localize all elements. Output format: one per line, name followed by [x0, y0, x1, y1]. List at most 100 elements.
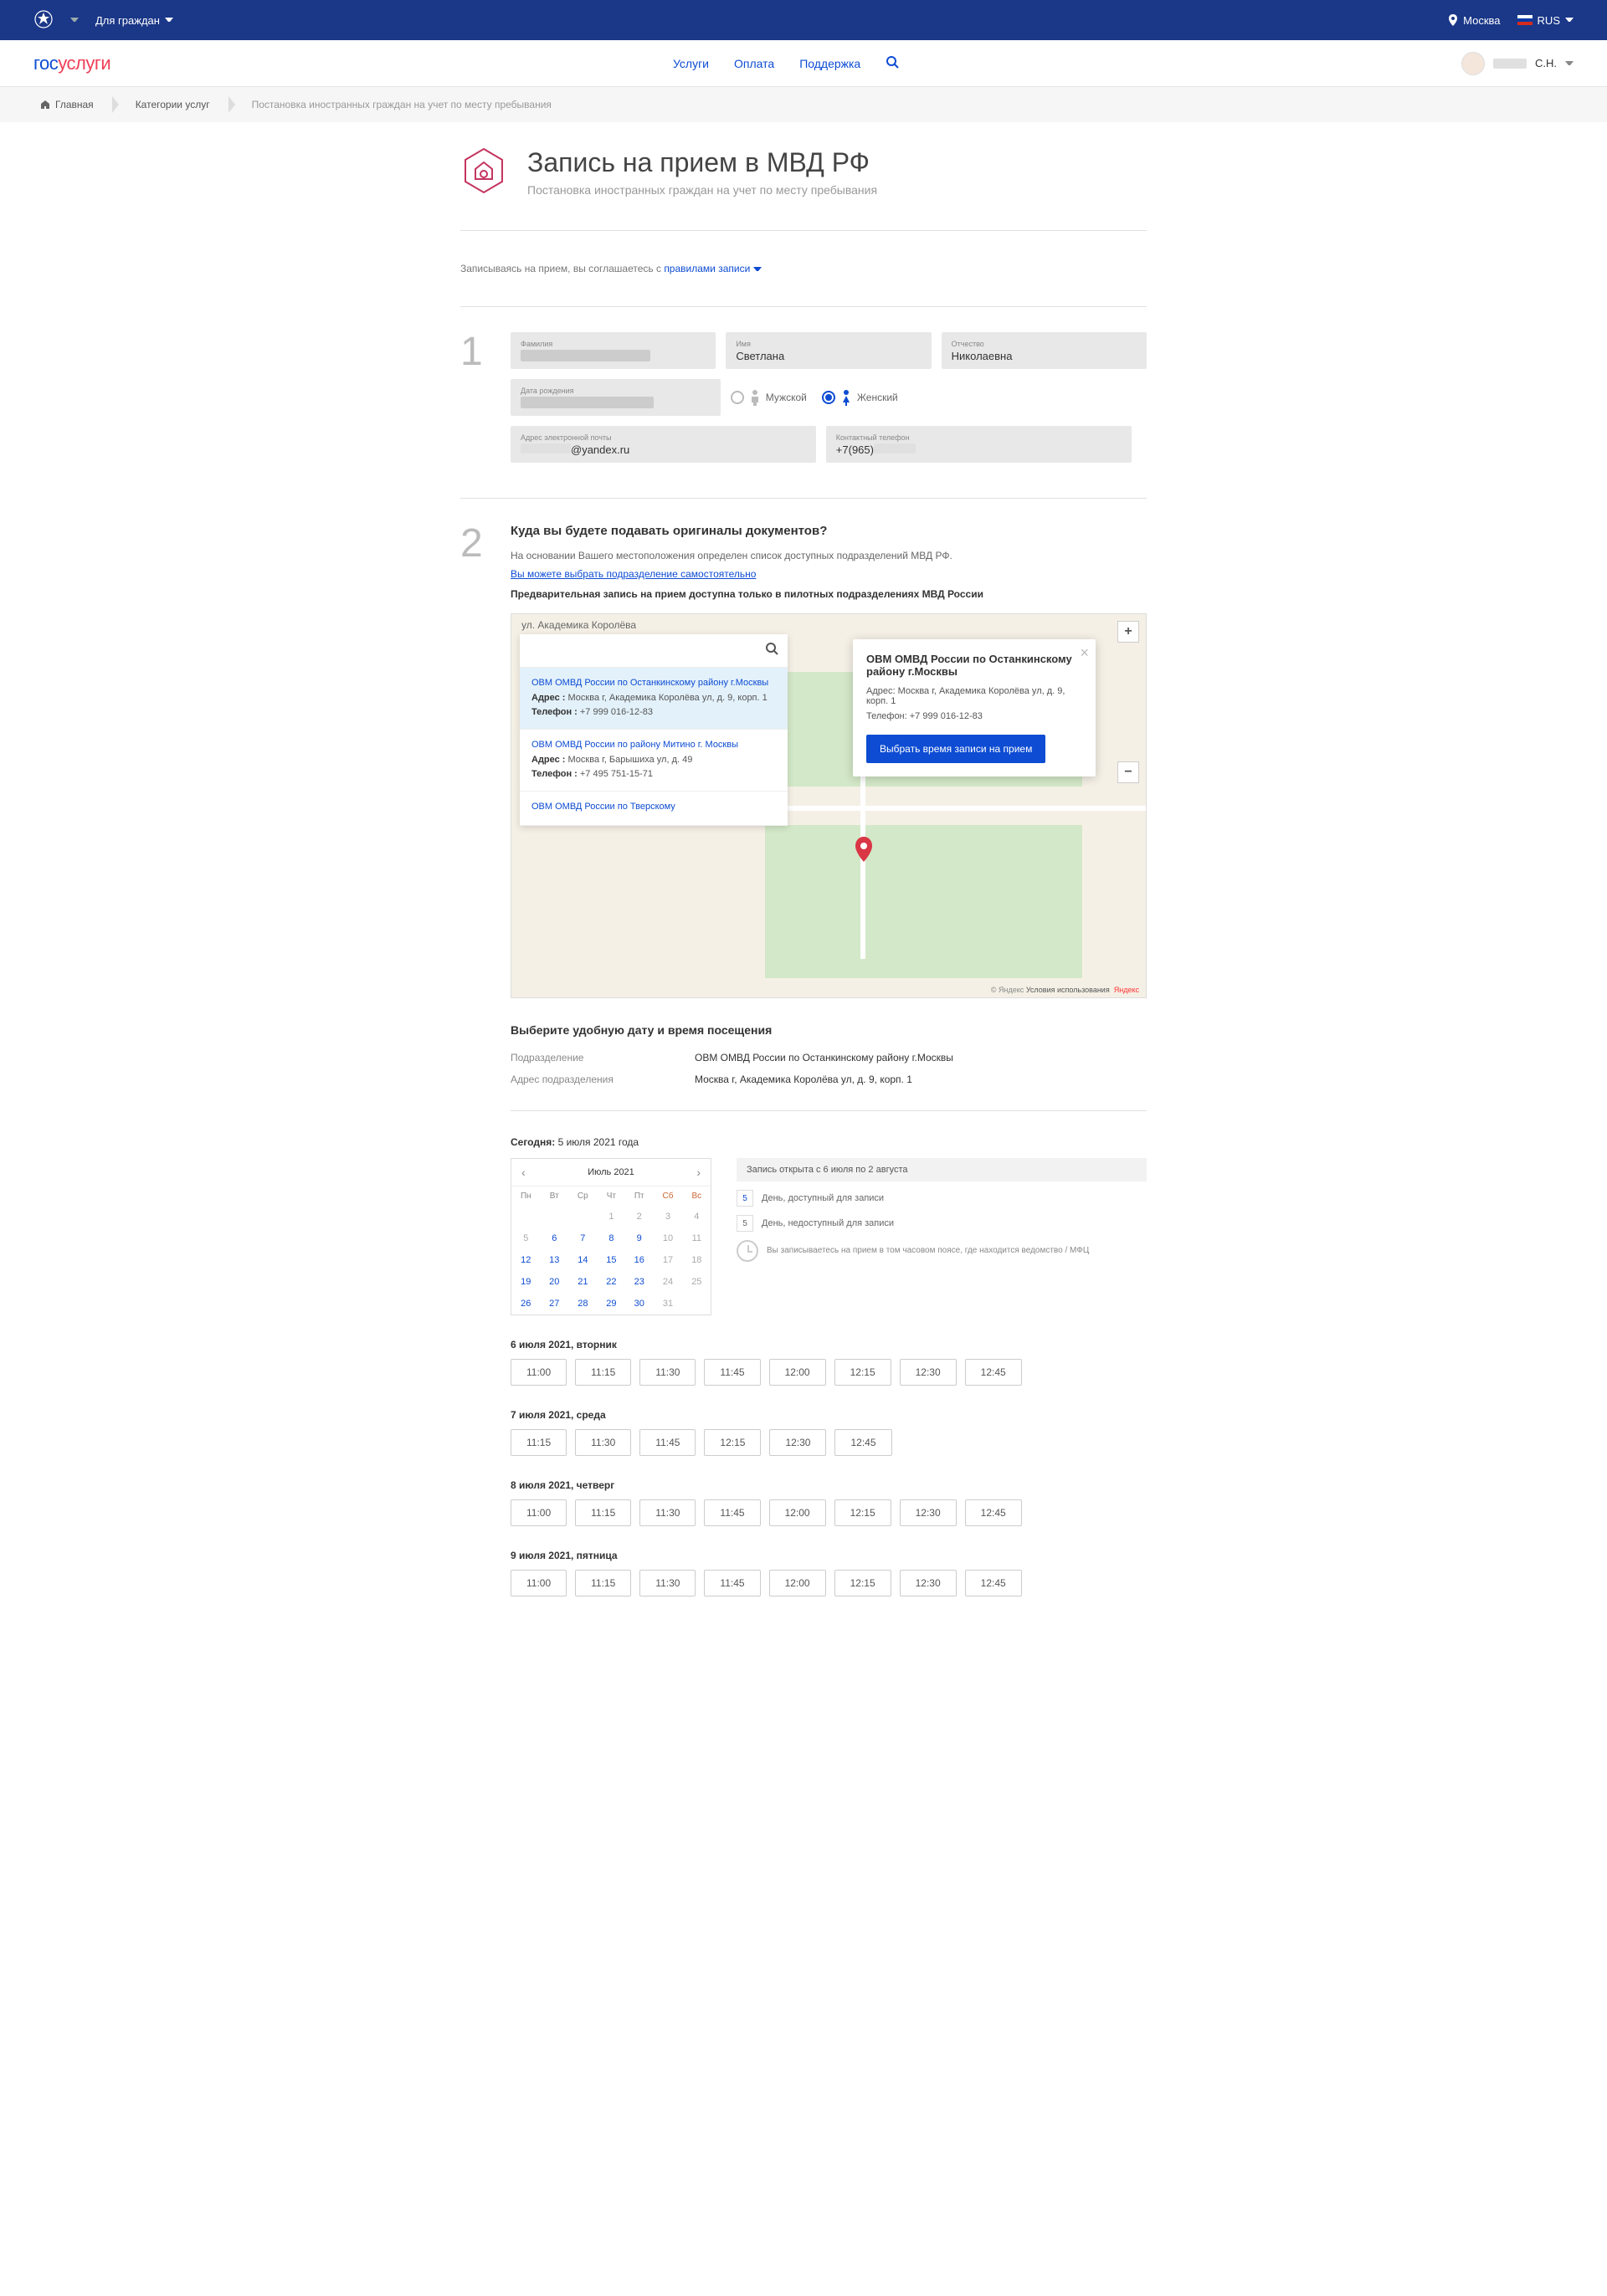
time-slot[interactable]: 11:15 [575, 1499, 631, 1526]
time-slot[interactable]: 11:45 [704, 1499, 760, 1526]
nav-payment[interactable]: Оплата [734, 57, 774, 70]
time-slot[interactable]: 11:00 [511, 1499, 567, 1526]
cal-day[interactable]: 9 [625, 1227, 653, 1249]
gender-female[interactable]: Женский [822, 389, 898, 406]
cal-day[interactable]: 12 [511, 1249, 541, 1271]
cal-day[interactable]: 28 [568, 1293, 598, 1315]
close-icon[interactable]: × [1080, 644, 1089, 662]
cal-month: Июль 2021 [588, 1167, 634, 1177]
logo[interactable]: госуслуги [33, 53, 110, 74]
time-slot[interactable]: 12:15 [834, 1359, 891, 1386]
cal-day[interactable]: 3 [653, 1206, 682, 1227]
time-slot[interactable]: 11:30 [575, 1429, 631, 1456]
cal-day[interactable]: 1 [598, 1206, 625, 1227]
time-slot[interactable]: 11:15 [511, 1429, 567, 1456]
cal-day[interactable]: 7 [568, 1227, 598, 1249]
cal-day[interactable]: 25 [683, 1271, 711, 1293]
time-slot[interactable]: 12:15 [834, 1499, 891, 1526]
emblem-chevron-icon[interactable] [70, 18, 79, 23]
cal-day[interactable]: 5 [511, 1227, 541, 1249]
cal-day[interactable]: 22 [598, 1271, 625, 1293]
time-slot[interactable]: 12:15 [704, 1429, 761, 1456]
time-slot[interactable]: 11:45 [704, 1359, 760, 1386]
zoom-in-button[interactable]: + [1117, 621, 1139, 643]
time-slot[interactable]: 12:30 [900, 1570, 957, 1596]
cal-day[interactable]: 23 [625, 1271, 653, 1293]
cal-day[interactable]: 2 [625, 1206, 653, 1227]
cal-day[interactable]: 10 [653, 1227, 682, 1249]
cal-day[interactable]: 19 [511, 1271, 541, 1293]
time-slot[interactable]: 12:45 [965, 1499, 1022, 1526]
cal-day[interactable]: 8 [598, 1227, 625, 1249]
bc-categories[interactable]: Категории услуг [129, 95, 222, 114]
cal-day[interactable]: 24 [653, 1271, 682, 1293]
cal-prev-button[interactable]: ‹ [516, 1166, 531, 1179]
office-item[interactable]: ОВМ ОМВД России по району Митино г. Моск… [520, 730, 788, 792]
gender-male[interactable]: Мужской [731, 389, 807, 406]
cal-day[interactable]: 20 [541, 1271, 568, 1293]
cal-day[interactable]: 17 [653, 1249, 682, 1271]
bc-home[interactable]: Главная [33, 95, 105, 114]
time-slot[interactable]: 11:30 [639, 1359, 696, 1386]
time-slot[interactable]: 12:15 [834, 1570, 891, 1596]
time-slot[interactable]: 12:30 [900, 1499, 957, 1526]
map-pin-icon[interactable] [854, 837, 874, 862]
cal-day[interactable]: 15 [598, 1249, 625, 1271]
time-slot[interactable]: 11:45 [639, 1429, 696, 1456]
surname-field[interactable]: Фамилия [511, 332, 716, 369]
office-item[interactable]: ОВМ ОМВД России по Останкинскому району … [520, 668, 788, 730]
cal-day[interactable]: 11 [683, 1227, 711, 1249]
user-menu[interactable]: С.Н. [1461, 52, 1574, 75]
cal-day[interactable]: 21 [568, 1271, 598, 1293]
map-search-input[interactable] [528, 644, 764, 657]
phone-field[interactable]: Контактный телефон+7(965) [826, 426, 1132, 463]
search-icon[interactable] [886, 55, 899, 71]
cal-day[interactable]: 29 [598, 1293, 625, 1315]
city-selector[interactable]: Москва [1448, 14, 1500, 27]
nav-support[interactable]: Поддержка [799, 57, 860, 70]
time-slot[interactable]: 11:45 [704, 1570, 760, 1596]
time-slot[interactable]: 12:00 [769, 1570, 826, 1596]
time-slot[interactable]: 11:15 [575, 1570, 631, 1596]
lang-selector[interactable]: RUS [1517, 14, 1574, 27]
dob-field[interactable]: Дата рождения [511, 379, 721, 416]
cal-day[interactable]: 14 [568, 1249, 598, 1271]
time-slot[interactable]: 12:00 [769, 1499, 826, 1526]
time-slot[interactable]: 11:00 [511, 1359, 567, 1386]
rules-link[interactable]: правилами записи [664, 263, 761, 274]
cal-day[interactable]: 30 [625, 1293, 653, 1315]
zoom-out-button[interactable]: − [1117, 761, 1139, 783]
cal-day[interactable]: 4 [683, 1206, 711, 1227]
time-slot[interactable]: 12:45 [965, 1359, 1022, 1386]
time-slot[interactable]: 11:30 [639, 1570, 696, 1596]
search-icon[interactable] [764, 641, 779, 660]
patronymic-field[interactable]: ОтчествоНиколаевна [942, 332, 1147, 369]
map-terms-link[interactable]: Условия использования [1026, 986, 1110, 994]
time-slot[interactable]: 12:45 [965, 1570, 1022, 1596]
time-slot[interactable]: 12:30 [900, 1359, 957, 1386]
time-slot[interactable]: 11:00 [511, 1570, 567, 1596]
cal-day[interactable]: 13 [541, 1249, 568, 1271]
nav-services[interactable]: Услуги [673, 57, 709, 70]
cal-day[interactable]: 16 [625, 1249, 653, 1271]
office-item[interactable]: ОВМ ОМВД России по Тверскому [520, 792, 788, 826]
cal-day[interactable]: 6 [541, 1227, 568, 1249]
time-slot[interactable]: 11:30 [639, 1499, 696, 1526]
radio-icon [822, 391, 835, 404]
select-time-button[interactable]: Выбрать время записи на прием [866, 735, 1045, 763]
time-slot[interactable]: 12:45 [834, 1429, 891, 1456]
cal-day[interactable]: 31 [653, 1293, 682, 1315]
cal-day[interactable]: 18 [683, 1249, 711, 1271]
cal-day[interactable]: 27 [541, 1293, 568, 1315]
time-slot[interactable]: 11:15 [575, 1359, 631, 1386]
manual-select-link[interactable]: Вы можете выбрать подразделение самостоя… [511, 568, 756, 580]
breadcrumb: Главная Категории услуг Постановка иност… [0, 87, 1607, 122]
name-field[interactable]: ИмяСветлана [726, 332, 931, 369]
cal-next-button[interactable]: › [691, 1166, 706, 1179]
time-slot[interactable]: 12:30 [769, 1429, 826, 1456]
cal-day[interactable]: 26 [511, 1293, 541, 1315]
map[interactable]: ул. Академика Королёва + − ОВМ ОМВД Росс… [511, 613, 1147, 998]
audience-dropdown[interactable]: Для граждан [95, 14, 173, 27]
email-field[interactable]: Адрес электронной почты@yandex.ru [511, 426, 816, 463]
time-slot[interactable]: 12:00 [769, 1359, 826, 1386]
